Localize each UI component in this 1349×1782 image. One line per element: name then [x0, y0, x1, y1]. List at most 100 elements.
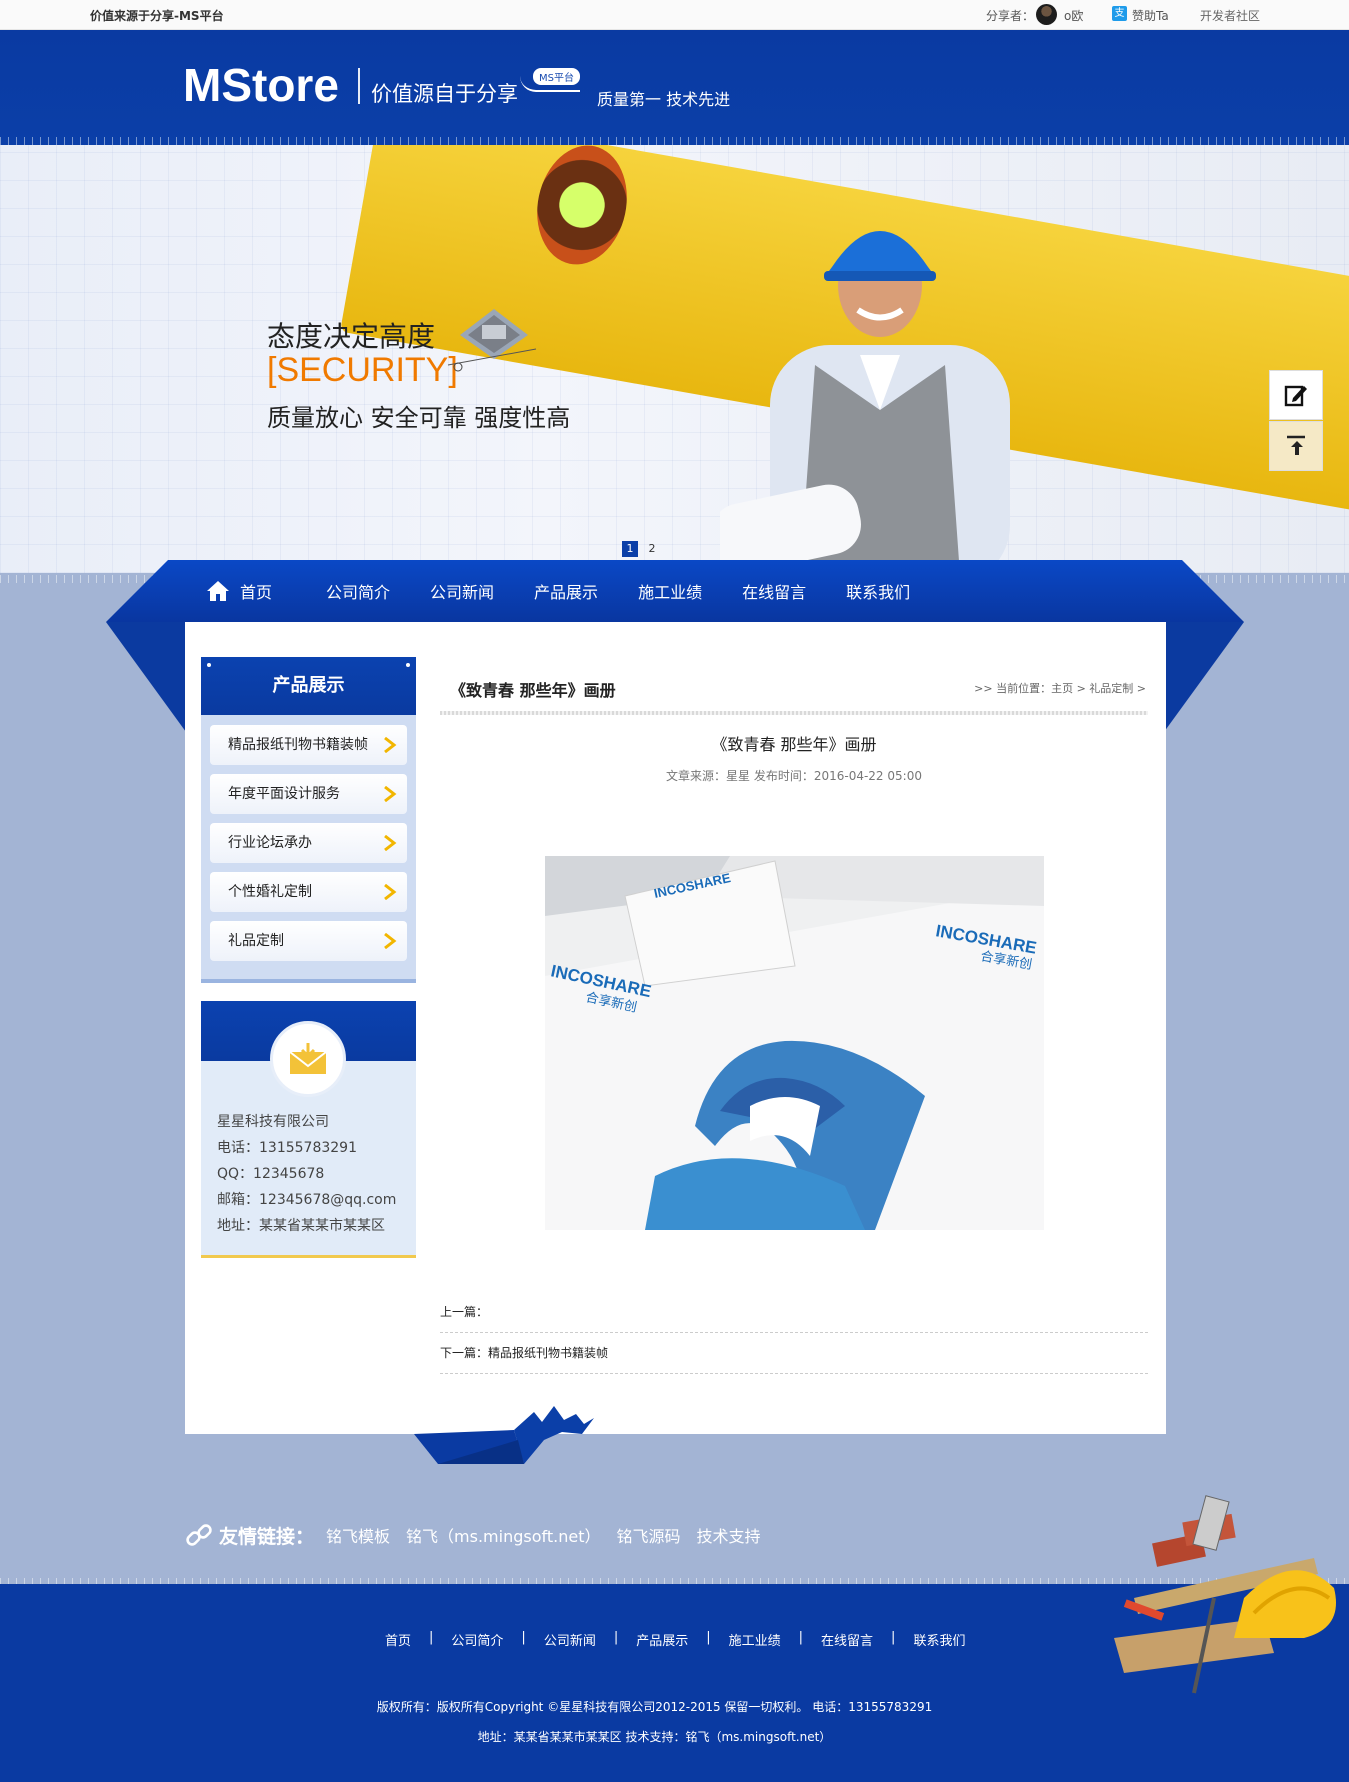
sharer-label: 分享者： — [986, 9, 1035, 23]
site-slogan: 价值来源于分享-MS平台 — [90, 9, 224, 23]
friend-link-2[interactable]: 铭飞（ms.mingsoft.net） — [406, 1523, 600, 1547]
breadcrumb[interactable]: >> 当前位置：主页 > 礼品定制 > — [974, 680, 1146, 696]
tools-illustration — [1114, 1495, 1336, 1694]
sidebar-item-label: 个性婚礼定制 — [228, 884, 312, 900]
slider-dots: 12 — [622, 537, 666, 557]
footer-link-news[interactable]: 公司新闻 — [544, 1630, 596, 1649]
footer-link-messages[interactable]: 在线留言 — [821, 1630, 873, 1649]
sidebar-bottom-line — [201, 979, 416, 983]
article-heading: 《致青春 那些年》画册 — [711, 735, 877, 754]
ruler-decoration — [0, 137, 1349, 145]
footer-separator: | — [613, 1630, 619, 1645]
chevron-right-icon — [384, 737, 397, 753]
title-bar-divider — [440, 711, 1148, 715]
chevron-right-icon — [384, 933, 397, 949]
home-icon — [207, 581, 229, 601]
sponsor-link[interactable]: 赞助Ta — [1132, 7, 1169, 24]
edit-icon — [1284, 385, 1307, 407]
hero-banner: 态度决定高度 [SECURITY] 质量放心 安全可靠 强度性高 12 — [0, 145, 1349, 573]
edit-float-button[interactable] — [1269, 370, 1323, 420]
article-image[interactable]: INCOSHARE INCOSHARE 合享新创 INCOSHARE 合享新创 — [545, 856, 1044, 1230]
product-category-sidebar: 产品展示 精品报纸刊物书籍装帧 年度平面设计服务 行业论坛承办 个性婚礼定制 礼… — [201, 657, 416, 983]
sidebar-products-title: 产品展示 — [201, 657, 416, 715]
footer-separator: | — [798, 1630, 804, 1645]
sidebar-item-1[interactable]: 精品报纸刊物书籍装帧 — [210, 725, 407, 765]
banner-tagline: 态度决定高度 — [267, 320, 436, 353]
sidebar-item-2[interactable]: 年度平面设计服务 — [210, 774, 407, 814]
article-bar-title: 《致青春 那些年》画册 — [450, 681, 616, 700]
nav-item-news[interactable]: 公司新闻 — [430, 579, 494, 603]
footer-link-projects[interactable]: 施工业绩 — [729, 1630, 781, 1649]
contact-phone: 电话：13155783291 — [217, 1140, 357, 1156]
footer-separator: | — [891, 1630, 896, 1645]
next-article-link[interactable]: 下一篇：精品报纸刊物书籍装帧 — [440, 1344, 1148, 1374]
sidebar-item-label: 年度平面设计服务 — [228, 786, 340, 802]
contact-email: 邮箱：12345678@qq.com — [217, 1192, 397, 1208]
chevron-right-icon — [384, 786, 397, 802]
header-motto: 质量第一 技术先进 — [597, 90, 731, 109]
contact-qq: QQ：12345678 — [217, 1166, 325, 1182]
footer-link-contact[interactable]: 联系我们 — [913, 1630, 965, 1649]
sidebar-item-label: 礼品定制 — [228, 933, 284, 949]
banner-quality: 质量放心 安全可靠 强度性高 — [267, 404, 571, 432]
nav-item-projects[interactable]: 施工业绩 — [638, 579, 702, 603]
sidebar-item-3[interactable]: 行业论坛承办 — [210, 823, 407, 863]
nav-items: 首页 公司简介 公司新闻 产品展示 施工业绩 在线留言 联系我们 — [206, 560, 950, 622]
article-meta: 文章来源：星星 发布时间：2016-04-22 05:00 — [666, 769, 922, 783]
footer-nav: 首页 | 公司简介 | 公司新闻 | 产品展示 | 施工业绩 | 在线留言 | 联系我们 — [385, 1630, 965, 1649]
footer-link-home[interactable]: 首页 — [385, 1630, 411, 1649]
platform-badge: MS平台 — [533, 68, 580, 85]
banner-security: [SECURITY] — [267, 351, 458, 389]
nav-item-contact[interactable]: 联系我们 — [846, 579, 910, 603]
friend-link-4[interactable]: 技术支持 — [696, 1523, 760, 1547]
contact-address: 地址：某某省某某市某某区 — [217, 1218, 385, 1234]
nav-wing-left — [106, 622, 186, 732]
nav-item-about[interactable]: 公司简介 — [326, 579, 390, 603]
torn-paper-decoration — [414, 1406, 594, 1464]
logo-divider — [358, 68, 360, 104]
header-slogan: 价值源自于分享 — [371, 82, 518, 106]
back-to-top-button[interactable] — [1269, 421, 1323, 471]
sidebar-item-4[interactable]: 个性婚礼定制 — [210, 872, 407, 912]
site-header: MStore 价值源自于分享 MS平台 质量第一 技术先进 — [0, 30, 1349, 145]
nav-wing-right — [1164, 622, 1244, 732]
house-model-icon — [447, 309, 537, 372]
chevron-right-icon — [384, 835, 397, 851]
contact-icon-circle — [270, 1021, 346, 1097]
site-logo[interactable]: MStore — [183, 58, 339, 112]
sidebar-item-label: 精品报纸刊物书籍装帧 — [228, 737, 368, 753]
friend-links-label: 友情链接： — [219, 1525, 315, 1548]
brochure-mockup-image: INCOSHARE INCOSHARE 合享新创 INCOSHARE 合享新创 — [545, 856, 1044, 1230]
footer-address: 地址：某某省某某市某某区 技术支持：铭飞（ms.mingsoft.net） — [477, 1730, 832, 1744]
nav-item-home[interactable]: 首页 — [206, 579, 272, 603]
friend-links: 友情链接： 铭飞模板 铭飞（ms.mingsoft.net） 铭飞源码 技术支持 — [185, 1520, 777, 1550]
slide-dot-1[interactable]: 1 — [622, 541, 638, 557]
friend-link-1[interactable]: 铭飞模板 — [326, 1523, 390, 1547]
sponsor-icon[interactable]: 支 — [1112, 6, 1127, 21]
dev-community-link[interactable]: 开发者社区 — [1200, 7, 1260, 24]
article-title-bar: 《致青春 那些年》画册 >> 当前位置：主页 > 礼品定制 > — [440, 667, 1148, 715]
prev-article-link[interactable]: 上一篇： — [440, 1303, 1148, 1333]
footer-separator: | — [429, 1630, 434, 1645]
sharer-name-link[interactable]: o欧 — [1064, 7, 1083, 24]
nav-item-label: 首页 — [240, 583, 273, 602]
sidebar-item-5[interactable]: 礼品定制 — [210, 921, 407, 961]
contact-details: 星星科技有限公司 电话：13155783291 QQ：12345678 邮箱：1… — [217, 1109, 396, 1239]
contact-company: 星星科技有限公司 — [217, 1114, 329, 1130]
link-icon — [186, 1524, 212, 1546]
main-nav: 首页 公司简介 公司新闻 产品展示 施工业绩 在线留言 联系我们 — [106, 560, 1244, 732]
top-bar: 价值来源于分享-MS平台 分享者： o欧 支 赞助Ta 开发者社区 — [0, 0, 1349, 30]
worker-photo — [720, 231, 1010, 573]
footer-separator: | — [521, 1630, 526, 1645]
arrow-up-icon — [1287, 435, 1305, 455]
nav-item-products[interactable]: 产品展示 — [534, 579, 598, 603]
footer-separator: | — [706, 1630, 711, 1645]
footer-link-products[interactable]: 产品展示 — [636, 1630, 688, 1649]
contact-box: 星星科技有限公司 电话：13155783291 QQ：12345678 邮箱：1… — [201, 1001, 416, 1258]
nav-item-messages[interactable]: 在线留言 — [742, 579, 806, 603]
footer-link-about[interactable]: 公司简介 — [451, 1630, 503, 1649]
slide-dot-2[interactable]: 2 — [644, 541, 660, 557]
friend-link-3[interactable]: 铭飞源码 — [616, 1523, 680, 1547]
mail-icon — [289, 1043, 327, 1074]
sharer-avatar[interactable] — [1036, 4, 1057, 25]
